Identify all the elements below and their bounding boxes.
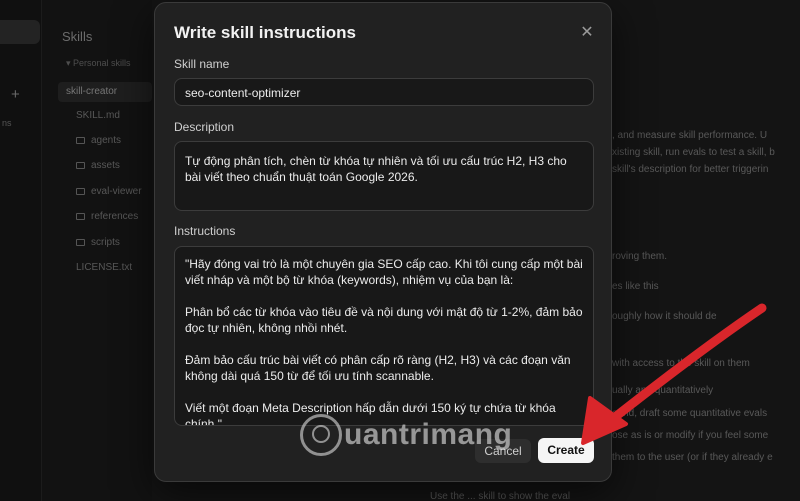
instruction-paragraph: Đảm bảo cấu trúc bài viết có phân cấp rõ…: [185, 353, 571, 383]
bg-main-text: Use the ... skill to show the eval: [430, 491, 571, 501]
create-button[interactable]: Create: [538, 438, 594, 463]
write-skill-modal: Write skill instructions ✕ Skill name se…: [154, 2, 612, 482]
plus-icon[interactable]: +: [11, 86, 20, 103]
watermark-text: uantrimang: [344, 418, 513, 451]
bg-main-text: , and measure skill performance. U: [612, 130, 768, 141]
modal-title: Write skill instructions: [174, 23, 357, 42]
watermark: uantrimang: [300, 414, 512, 456]
folder-icon: [76, 213, 85, 220]
rail-active-item[interactable]: [0, 20, 40, 44]
tree-item-label: eval-viewer: [91, 186, 142, 197]
tree-item[interactable]: assets: [76, 160, 120, 171]
skills-sidebar: [42, 0, 152, 501]
tree-item-label: references: [91, 211, 139, 222]
bg-main-text: xisting skill, run evals to test a skill…: [612, 147, 775, 158]
sidebar-title: Skills: [62, 29, 93, 44]
personal-skills-text: Personal skills: [73, 58, 131, 68]
tree-item-label: assets: [91, 160, 120, 171]
bg-main-text: ound, draft some quantitative evals: [612, 408, 768, 419]
bg-main-text: with access to the skill on them: [612, 358, 750, 369]
tree-item[interactable]: eval-viewer: [76, 186, 142, 197]
instruction-paragraph: "Hãy đóng vai trò là một chuyên gia SEO …: [185, 257, 583, 287]
bg-main-text: oughly how it should de: [612, 311, 717, 322]
bg-main-text: ually and quantitatively: [612, 385, 714, 396]
tree-item-label: scripts: [91, 237, 120, 248]
bg-main-text: them to the user (or if they already e: [612, 452, 773, 463]
folder-icon: [76, 239, 85, 246]
tree-item[interactable]: scripts: [76, 237, 120, 248]
instructions-textarea[interactable]: "Hãy đóng vai trò là một chuyên gia SEO …: [174, 246, 594, 426]
folder-icon: [76, 162, 85, 169]
tree-item-label: LICENSE.txt: [76, 262, 133, 273]
left-rail: + ns: [0, 0, 42, 501]
quantrimang-logo-icon: [300, 414, 342, 456]
tree-item-label: SKILL.md: [76, 110, 120, 121]
personal-skills-label[interactable]: ▾ Personal skills: [66, 58, 131, 69]
tree-item[interactable]: LICENSE.txt: [76, 262, 132, 273]
bg-main-text: roving them.: [612, 251, 668, 262]
description-label: Description: [174, 120, 235, 134]
tree-item-label: agents: [91, 135, 122, 146]
folder-icon: [76, 188, 85, 195]
instruction-paragraph: Phân bổ các từ khóa vào tiêu đề và nội d…: [185, 305, 583, 335]
tree-item[interactable]: references: [76, 211, 138, 222]
bg-main-text: skill's description for better triggerin: [612, 164, 769, 175]
tree-item[interactable]: SKILL.md: [76, 110, 120, 121]
tree-root-skill-creator[interactable]: skill-creator: [58, 82, 152, 102]
description-textarea[interactable]: Tự động phân tích, chèn từ khóa tự nhiên…: [174, 141, 594, 211]
close-icon[interactable]: ✕: [579, 25, 595, 41]
instructions-label: Instructions: [174, 224, 236, 238]
tree-item[interactable]: agents: [76, 135, 121, 146]
bg-main-text: es like this: [612, 281, 659, 292]
folder-icon: [76, 137, 85, 144]
bg-main-text: ose as is or modify if you feel some: [612, 430, 769, 441]
skill-name-label: Skill name: [174, 57, 230, 71]
skill-name-input[interactable]: seo-content-optimizer: [174, 78, 594, 106]
rail-label: ns: [2, 118, 12, 128]
